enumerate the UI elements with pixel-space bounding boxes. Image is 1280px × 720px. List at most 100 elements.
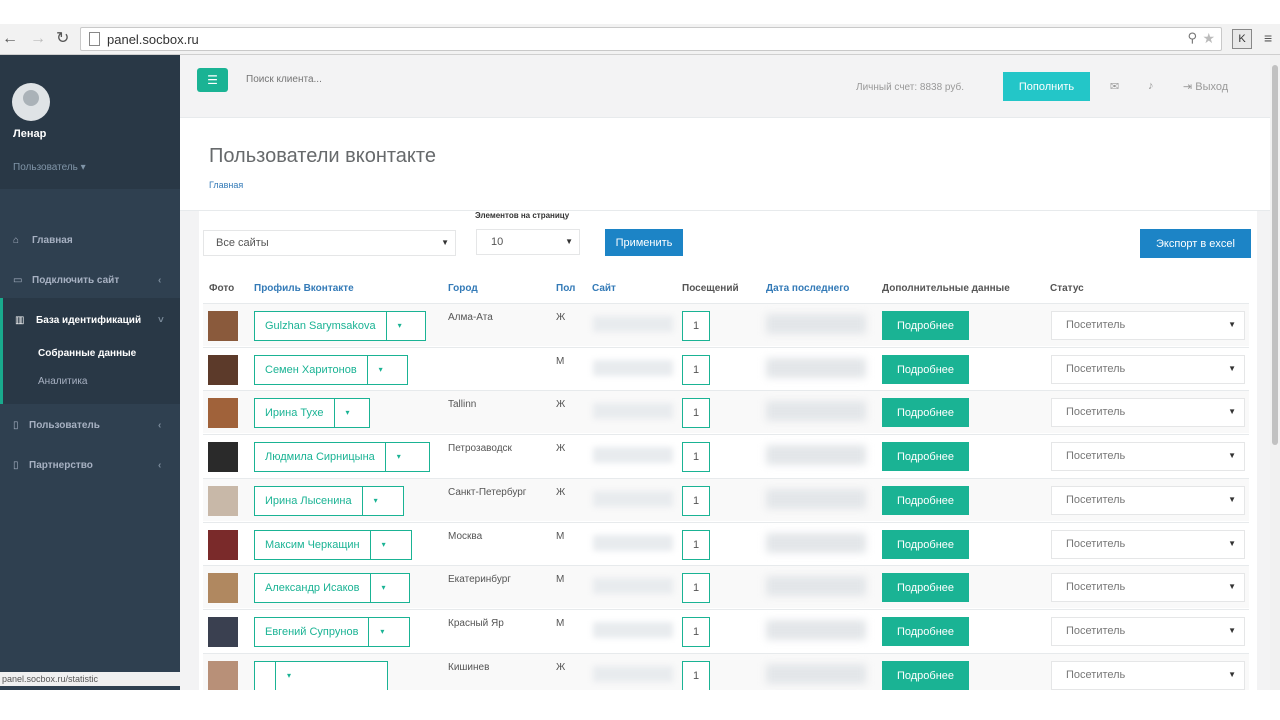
caret-down-icon[interactable]: ▾ — [369, 531, 397, 559]
more-details-button[interactable]: Подробнее — [882, 355, 969, 384]
bookmark-icon: ▯ — [13, 420, 19, 431]
profile-name[interactable]: Семен Харитонов — [255, 356, 367, 384]
profile-button[interactable]: Людмила Сирницына ▾ — [254, 442, 430, 472]
col-header-site[interactable]: Сайт — [592, 283, 616, 294]
profile-name[interactable]: Максим Черкащин — [255, 531, 370, 559]
user-photo[interactable] — [208, 617, 238, 647]
profile-name[interactable]: Ирина Лысенина — [255, 487, 362, 515]
profile-name[interactable] — [255, 662, 275, 690]
profile-button[interactable]: Максим Черкащин ▾ — [254, 530, 412, 560]
profile-name[interactable]: Евгений Супрунов — [255, 618, 368, 646]
caret-down-icon[interactable]: ▾ — [384, 443, 412, 471]
profile-name[interactable]: Людмила Сирницына — [255, 443, 385, 471]
user-photo[interactable] — [208, 442, 238, 472]
more-details-button[interactable]: Подробнее — [882, 573, 969, 602]
col-header-profile[interactable]: Профиль Вконтакте — [254, 283, 354, 294]
caret-down-icon[interactable]: ▾ — [366, 356, 394, 384]
site-select[interactable]: Все сайты ▼ — [203, 230, 456, 256]
profile-button[interactable]: Александр Исаков ▾ — [254, 573, 410, 603]
profile-name[interactable]: Gulzhan Sarymsakova — [255, 312, 386, 340]
logout-link[interactable]: ⇥ Выход — [1183, 80, 1228, 93]
client-search-input[interactable] — [244, 73, 448, 86]
profile-name[interactable]: Александр Исаков — [255, 574, 370, 602]
profile-button[interactable]: Ирина Лысенина ▾ — [254, 486, 404, 516]
profile-name[interactable]: Ирина Тухе — [255, 399, 334, 427]
status-select[interactable]: Посетитель ▼ — [1051, 486, 1245, 515]
status-select[interactable]: Посетитель ▼ — [1051, 661, 1245, 690]
browser-menu-icon[interactable]: ≡ — [1264, 30, 1272, 46]
breadcrumb[interactable]: Главная — [209, 180, 243, 190]
profile-button[interactable]: Евгений Супрунов ▾ — [254, 617, 410, 647]
forward-icon[interactable]: → — [30, 30, 46, 48]
last-date-cell-blurred — [766, 314, 866, 334]
more-details-button[interactable]: Подробнее — [882, 530, 969, 559]
status-select[interactable]: Посетитель ▼ — [1051, 442, 1245, 471]
table-row: Ирина Лысенина ▾ Санкт-Петербург Ж 1 Подробне… — [203, 478, 1249, 521]
caret-down-icon[interactable]: ▾ — [368, 618, 395, 646]
caret-down-icon: ▼ — [1228, 539, 1236, 548]
sidebar-subitem-collected-data[interactable]: Собранные данные — [38, 348, 136, 359]
zoom-icon[interactable]: ⚲ — [1187, 30, 1197, 46]
more-details-button[interactable]: Подробнее — [882, 398, 969, 427]
reload-icon[interactable]: ↻ — [56, 30, 69, 48]
url-text[interactable]: panel.socbox.ru — [107, 32, 199, 47]
user-photo[interactable] — [208, 573, 238, 603]
col-header-last-date[interactable]: Дата последнего — [766, 283, 849, 294]
city-cell: Tallinn — [448, 399, 477, 410]
city-cell: Красный Яр — [448, 618, 504, 629]
caret-down-icon[interactable]: ▾ — [275, 662, 302, 690]
user-role-dropdown[interactable]: Пользователь ▾ — [13, 162, 86, 173]
visits-count: 1 — [682, 617, 710, 647]
address-bar[interactable]: panel.socbox.ru ⚲ ★ — [80, 27, 1222, 51]
caret-down-icon[interactable]: ▾ — [369, 574, 397, 602]
table-row: Людмила Сирницына ▾ Петрозаводск Ж 1 Подробне… — [203, 434, 1249, 477]
city-cell: Алма-Ата — [448, 312, 493, 323]
browser-top-strip — [0, 0, 1280, 24]
user-photo[interactable] — [208, 661, 238, 691]
profile-button[interactable]: ▾ — [254, 661, 388, 691]
user-photo[interactable] — [208, 311, 238, 341]
status-select[interactable]: Посетитель ▼ — [1051, 398, 1245, 427]
sex-cell: Ж — [556, 443, 566, 454]
back-icon[interactable]: ← — [2, 30, 18, 48]
more-details-button[interactable]: Подробнее — [882, 486, 969, 515]
status-select[interactable]: Посетитель ▼ — [1051, 573, 1245, 602]
scrollbar-thumb[interactable] — [1272, 65, 1278, 445]
caret-down-icon[interactable]: ▾ — [385, 312, 413, 340]
apply-button[interactable]: Применить — [605, 229, 683, 256]
sidebar-subitem-analytics[interactable]: Аналитика — [38, 376, 88, 387]
user-photo[interactable] — [208, 530, 238, 560]
user-photo[interactable] — [208, 398, 238, 428]
profile-button[interactable]: Семен Харитонов ▾ — [254, 355, 408, 385]
more-details-button[interactable]: Подробнее — [882, 311, 969, 340]
visits-count: 1 — [682, 530, 710, 560]
menu-toggle-button[interactable]: ☰ — [197, 68, 228, 92]
bell-icon[interactable]: ♪ — [1148, 80, 1154, 92]
user-photo[interactable] — [208, 486, 238, 516]
caret-down-icon[interactable]: ▾ — [333, 399, 361, 427]
city-cell: Санкт-Петербург — [448, 487, 527, 498]
profile-button[interactable]: Gulzhan Sarymsakova ▾ — [254, 311, 426, 341]
caret-down-icon[interactable]: ▾ — [361, 487, 389, 515]
mail-icon[interactable]: ✉ — [1110, 80, 1119, 93]
bookmark-star-icon[interactable]: ★ — [1202, 30, 1215, 47]
more-details-button[interactable]: Подробнее — [882, 442, 969, 471]
col-header-sex[interactable]: Пол — [556, 283, 575, 294]
per-page-select[interactable]: 10 ▼ — [476, 229, 580, 255]
status-select[interactable]: Посетитель ▼ — [1051, 617, 1245, 646]
profile-button[interactable]: Ирина Тухе ▾ — [254, 398, 370, 428]
col-header-city[interactable]: Город — [448, 283, 478, 294]
profile-block: Ленар Пользователь ▾ — [0, 55, 180, 189]
status-select[interactable]: Посетитель ▼ — [1051, 530, 1245, 559]
status-select[interactable]: Посетитель ▼ — [1051, 355, 1245, 384]
status-select[interactable]: Посетитель ▼ — [1051, 311, 1245, 340]
topup-button[interactable]: Пополнить — [1003, 72, 1090, 101]
avatar[interactable] — [12, 83, 50, 121]
more-details-button[interactable]: Подробнее — [882, 617, 969, 646]
site-cell-blurred — [593, 316, 673, 332]
more-details-button[interactable]: Подробнее — [882, 661, 969, 690]
user-photo[interactable] — [208, 355, 238, 385]
export-excel-button[interactable]: Экспорт в excel — [1140, 229, 1251, 258]
extension-icon[interactable]: K — [1232, 29, 1252, 49]
page-scrollbar[interactable] — [1270, 55, 1280, 695]
